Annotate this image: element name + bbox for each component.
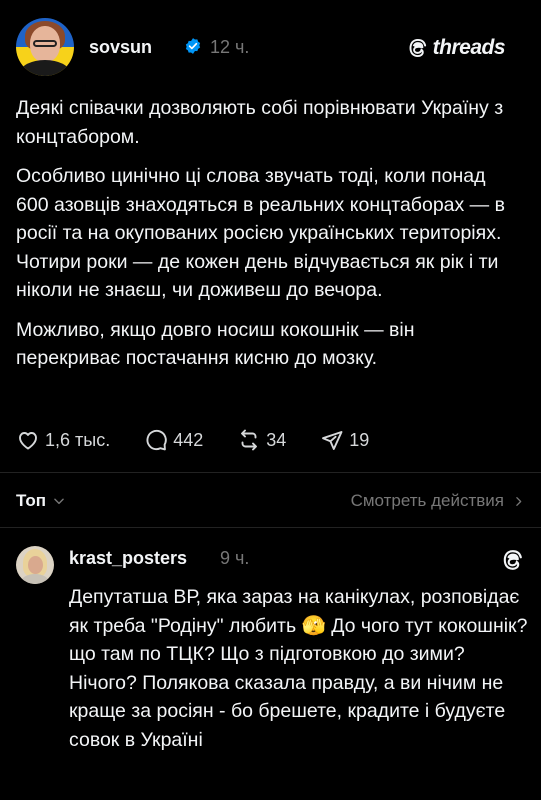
divider — [0, 527, 541, 528]
post-paragraph: Можливо, якщо довго носиш кокошнік — він… — [16, 318, 415, 370]
avatar-shirt — [20, 60, 70, 76]
comment-count: 442 — [173, 429, 204, 450]
comment-button[interactable]: 442 — [144, 428, 203, 452]
author-username[interactable]: sovsun — [89, 37, 152, 58]
chevron-down-icon — [54, 498, 64, 505]
verified-badge-icon — [185, 38, 201, 54]
like-button[interactable]: 1,6 тыс. — [16, 428, 110, 452]
avatar-glasses — [33, 40, 57, 47]
author-avatar[interactable] — [16, 18, 74, 76]
avatar-body — [21, 574, 49, 584]
reply-username[interactable]: krast_posters — [69, 548, 187, 569]
like-count: 1,6 тыс. — [45, 429, 111, 450]
threads-logo[interactable]: threads — [407, 36, 506, 60]
repost-icon — [241, 429, 258, 451]
repost-button[interactable]: 34 — [237, 428, 286, 452]
share-count: 19 — [349, 429, 370, 450]
replies-sort-bar: Топ Смотреть действия — [0, 473, 541, 527]
repost-count: 34 — [266, 429, 287, 450]
share-button[interactable]: 19 — [320, 428, 369, 452]
sort-label: Топ — [16, 491, 46, 510]
reply-text: Депутатша ВР, яка зараз на канікулах, ро… — [69, 586, 528, 751]
reply-avatar[interactable] — [16, 546, 54, 584]
post-header: sovsun 12 ч. threads — [16, 18, 506, 78]
heart-icon — [19, 432, 37, 450]
post-body: Деякі співачки дозволяють собі порівнюва… — [16, 94, 522, 384]
threads-wordmark: threads — [432, 36, 506, 59]
comment-icon — [146, 429, 167, 451]
avatar-face — [28, 556, 43, 574]
share-icon — [322, 431, 343, 450]
threads-logo-icon[interactable] — [501, 548, 525, 572]
threads-logo-icon — [409, 38, 426, 58]
reply-time: 9 ч. — [220, 548, 250, 568]
post-paragraph: Особливо цинічно ці слова звучать тоді, … — [16, 165, 505, 301]
chevron-right-icon — [516, 496, 522, 506]
sort-dropdown[interactable]: Топ — [16, 491, 66, 511]
view-activity-link[interactable]: Смотреть действия — [351, 491, 525, 511]
view-activity-label: Смотреть действия — [350, 491, 504, 510]
post-action-bar: 1,6 тыс. 442 34 19 — [16, 428, 403, 452]
post-paragraph: Деякі співачки дозволяють собі порівнюва… — [16, 97, 504, 148]
post-time: 12 ч. — [210, 37, 250, 57]
